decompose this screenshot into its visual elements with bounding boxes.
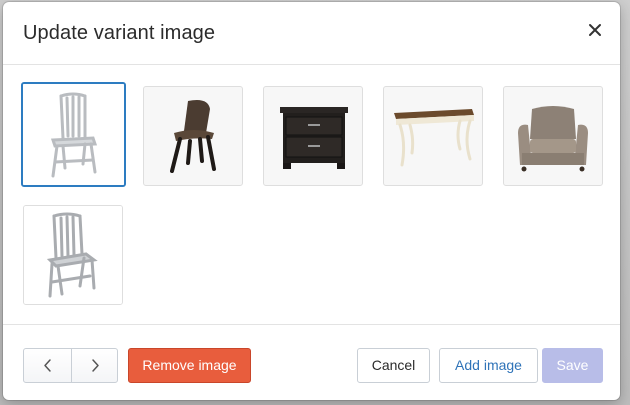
chevron-right-icon bbox=[92, 359, 99, 372]
remove-image-button[interactable]: Remove image bbox=[128, 348, 251, 383]
image-thumb-nightstand[interactable] bbox=[263, 86, 363, 186]
dialog-header: Update variant image bbox=[3, 2, 620, 65]
image-thumb-console-table[interactable] bbox=[383, 86, 483, 186]
image-grid bbox=[3, 65, 620, 325]
image-thumb-wood-shell-chair[interactable] bbox=[143, 86, 243, 186]
next-image-button[interactable] bbox=[72, 349, 117, 382]
cancel-button[interactable]: Cancel bbox=[357, 348, 430, 383]
armchair-image bbox=[518, 106, 588, 172]
console-table-image bbox=[394, 109, 474, 167]
dialog-footer: Remove image Cancel Add image Save bbox=[3, 324, 620, 400]
image-thumb-armchair[interactable] bbox=[503, 86, 603, 186]
image-thumb-aluminum-chair[interactable] bbox=[21, 82, 126, 187]
chevron-left-icon bbox=[44, 359, 51, 372]
nightstand-image bbox=[280, 107, 348, 169]
close-icon[interactable] bbox=[583, 18, 607, 42]
wood-shell-chair-image bbox=[170, 100, 216, 173]
previous-image-button[interactable] bbox=[24, 349, 71, 382]
aluminum-chair-image bbox=[23, 84, 124, 185]
dialog-title: Update variant image bbox=[23, 22, 216, 44]
update-variant-image-dialog: Update variant image Remove image Cancel… bbox=[3, 2, 620, 400]
image-pagination bbox=[23, 348, 118, 383]
save-button[interactable]: Save bbox=[542, 348, 603, 383]
add-image-button[interactable]: Add image bbox=[439, 348, 538, 383]
aluminum-chair-angled-image bbox=[24, 206, 122, 304]
image-thumb-aluminum-chair-angled[interactable] bbox=[23, 205, 123, 305]
